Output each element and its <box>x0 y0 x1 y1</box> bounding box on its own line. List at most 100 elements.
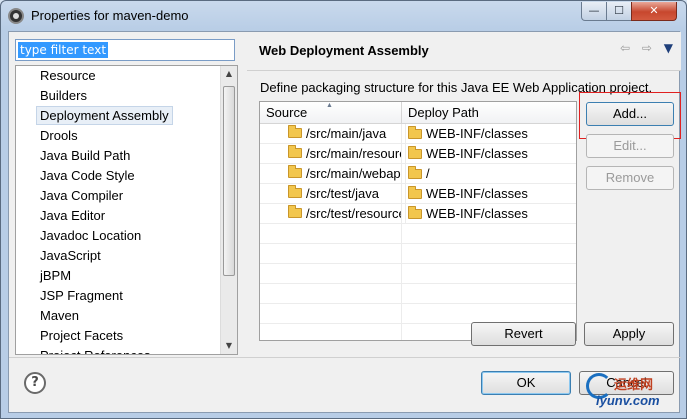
deploy-path-text: WEB-INF/classes <box>426 206 528 221</box>
nav-item-maven[interactable]: Maven <box>16 306 221 326</box>
nav-item-label: JavaScript <box>40 248 101 263</box>
deploy-path-text: WEB-INF/classes <box>426 146 528 161</box>
deploy-path-cell: WEB-INF/classes <box>405 184 576 204</box>
folder-icon <box>408 166 422 179</box>
empty-table-row <box>260 264 576 284</box>
scroll-thumb[interactable] <box>223 86 235 276</box>
properties-dialog: Properties for maven-demo — ☐ ✕ type fil… <box>0 0 687 419</box>
nav-item-label: Resource <box>40 68 96 83</box>
sort-ascending-icon: ▲ <box>326 102 333 109</box>
source-cell: /src/test/resources <box>306 206 402 221</box>
table-row[interactable]: /src/main/webapp / <box>260 164 576 184</box>
nav-item-jsp-fragment[interactable]: JSP Fragment <box>16 286 221 306</box>
nav-item-label: Deployment Assembly <box>36 106 173 125</box>
folder-icon <box>408 146 422 159</box>
empty-table-row <box>260 244 576 264</box>
column-divider <box>401 124 402 340</box>
edit-button[interactable]: Edit... <box>586 134 674 158</box>
eclipse-app-icon <box>8 8 24 24</box>
deploy-path-text: / <box>426 166 430 181</box>
header-divider <box>247 70 681 71</box>
folder-icon <box>408 186 422 199</box>
help-icon[interactable]: ? <box>24 372 46 394</box>
table-row[interactable]: /src/main/resources WEB-INF/classes <box>260 144 576 164</box>
table-row[interactable]: /src/main/java WEB-INF/classes <box>260 124 576 144</box>
table-row[interactable]: /src/test/resources WEB-INF/classes <box>260 204 576 224</box>
revert-button[interactable]: Revert <box>471 322 576 346</box>
nav-item-project-references[interactable]: Project References <box>16 346 221 354</box>
minimize-button[interactable]: — <box>581 2 607 21</box>
source-cell: /src/main/webapp <box>306 166 402 181</box>
filter-input[interactable]: type filter text <box>15 39 235 61</box>
nav-item-label: Java Editor <box>40 208 106 223</box>
folder-icon <box>288 185 302 198</box>
empty-table-row <box>260 284 576 304</box>
nav-item-label: Drools <box>40 128 78 143</box>
deploy-path-cell: WEB-INF/classes <box>405 124 576 144</box>
folder-icon <box>288 145 302 158</box>
nav-item-javascript[interactable]: JavaScript <box>16 246 221 266</box>
nav-item-builders[interactable]: Builders <box>16 86 221 106</box>
nav-item-java-compiler[interactable]: Java Compiler <box>16 186 221 206</box>
nav-item-label: Builders <box>40 88 87 103</box>
property-page-tree: Resource Builders Deployment Assembly Drool… <box>15 65 238 355</box>
nav-item-deployment-assembly[interactable]: Deployment Assembly <box>16 106 221 126</box>
folder-icon <box>288 205 302 218</box>
nav-item-label: Java Build Path <box>40 148 131 163</box>
column-header-deploy-path-label: Deploy Path <box>408 105 479 120</box>
header-nav-icons: ⇦ ⇨ ▼ <box>612 41 673 55</box>
nav-item-resource[interactable]: Resource <box>16 66 221 86</box>
deploy-path-text: WEB-INF/classes <box>426 126 528 141</box>
add-button[interactable]: Add... <box>586 102 674 126</box>
folder-icon <box>408 206 422 219</box>
nav-item-label: Project Facets <box>40 328 124 343</box>
remove-button[interactable]: Remove <box>586 166 674 190</box>
deploy-path-text: WEB-INF/classes <box>426 186 528 201</box>
nav-item-java-build-path[interactable]: Java Build Path <box>16 146 221 166</box>
watermark-top-text: 运维网 <box>614 377 654 392</box>
deployment-assembly-table: ▲ Source Deploy Path /src/main/java WEB-I… <box>259 101 577 341</box>
nav-item-project-facets[interactable]: Project Facets <box>16 326 221 346</box>
column-header-deploy-path[interactable]: Deploy Path <box>402 102 576 124</box>
folder-icon <box>288 165 302 178</box>
back-arrow-icon[interactable]: ⇦ <box>620 41 630 55</box>
deploy-path-cell: WEB-INF/classes <box>405 204 576 224</box>
nav-item-label: JSP Fragment <box>40 288 123 303</box>
table-header: ▲ Source Deploy Path <box>260 102 576 124</box>
column-header-source[interactable]: ▲ Source <box>260 102 402 124</box>
nav-item-label: Java Compiler <box>40 188 124 203</box>
nav-item-drools[interactable]: Drools <box>16 126 221 146</box>
empty-table-row <box>260 304 576 324</box>
deploy-path-cell: WEB-INF/classes <box>405 144 576 164</box>
nav-list: Resource Builders Deployment Assembly Drool… <box>16 66 221 354</box>
scroll-down-arrow-icon[interactable]: ▼ <box>221 338 237 354</box>
apply-button[interactable]: Apply <box>584 322 674 346</box>
nav-scrollbar[interactable]: ▲ ▼ <box>220 66 237 354</box>
scroll-up-arrow-icon[interactable]: ▲ <box>221 66 237 82</box>
filter-input-text: type filter text <box>18 42 109 58</box>
watermark-logo: 运维网 iyunv.com <box>586 373 681 413</box>
nav-item-label: Javadoc Location <box>40 228 142 243</box>
nav-item-label: Maven <box>40 308 80 323</box>
forward-arrow-icon[interactable]: ⇨ <box>642 41 652 55</box>
empty-table-row <box>260 224 576 244</box>
nav-item-jbpm[interactable]: jBPM <box>16 266 221 286</box>
source-cell: /src/main/java <box>306 126 387 141</box>
dialog-client-area: type filter text Resource Builders Deploym… <box>8 31 681 413</box>
nav-item-java-editor[interactable]: Java Editor <box>16 206 221 226</box>
source-cell: /src/test/java <box>306 186 379 201</box>
maximize-button[interactable]: ☐ <box>606 2 632 21</box>
table-row[interactable]: /src/test/java WEB-INF/classes <box>260 184 576 204</box>
source-cell: /src/main/resources <box>306 146 402 161</box>
ok-button[interactable]: OK <box>481 371 571 395</box>
nav-item-label: Project References <box>40 348 151 354</box>
nav-item-javadoc-location[interactable]: Javadoc Location <box>16 226 221 246</box>
title-bar[interactable]: Properties for maven-demo — ☐ ✕ <box>1 1 686 31</box>
column-header-source-label: Source <box>266 105 308 120</box>
folder-icon <box>288 125 302 138</box>
folder-icon <box>408 126 422 139</box>
view-menu-icon[interactable]: ▼ <box>664 41 673 55</box>
close-window-button[interactable]: ✕ <box>631 2 677 21</box>
nav-item-java-code-style[interactable]: Java Code Style <box>16 166 221 186</box>
deploy-path-cell: / <box>405 164 576 184</box>
